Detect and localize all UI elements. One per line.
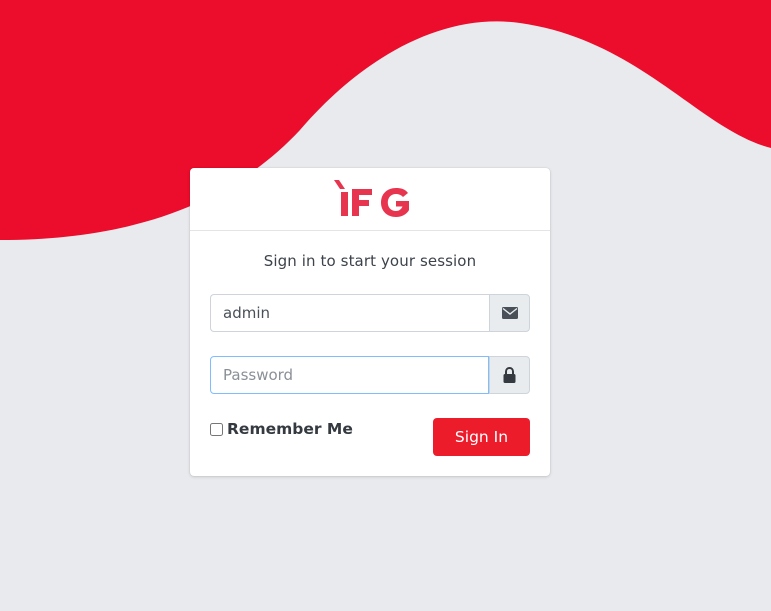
remember-me-checkbox[interactable] (210, 422, 223, 436)
login-card: Sign in to start your session Remember M… (190, 168, 550, 476)
username-addon (489, 294, 530, 332)
remember-me: Remember Me (210, 420, 353, 438)
lock-icon (503, 367, 516, 383)
password-addon (489, 356, 530, 394)
remember-me-label[interactable]: Remember Me (227, 420, 353, 438)
envelope-icon (501, 307, 518, 319)
login-box-message: Sign in to start your session (263, 252, 477, 270)
password-group (210, 356, 530, 394)
login-card-header (190, 168, 550, 231)
username-group (210, 294, 530, 332)
username-input[interactable] (210, 294, 489, 332)
sign-in-button[interactable]: Sign In (433, 418, 530, 456)
password-input[interactable] (210, 356, 489, 394)
ifg-logo (334, 180, 409, 217)
